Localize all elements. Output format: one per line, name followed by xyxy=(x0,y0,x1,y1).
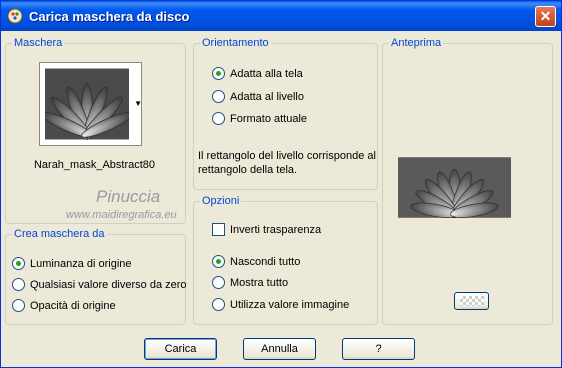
radio-label: Utilizza valore immagine xyxy=(230,298,350,311)
radio-label: Luminanza di origine xyxy=(30,257,132,270)
radio-label: Formato attuale xyxy=(230,112,308,125)
radio-label: Adatta al livello xyxy=(230,90,304,103)
preview-legend: Anteprima xyxy=(391,37,442,49)
watermark-title: Pinuccia xyxy=(96,187,161,206)
radio-button[interactable] xyxy=(12,257,25,270)
radio-button[interactable] xyxy=(212,255,225,268)
dialog-window: Carica maschera da disco ✕ Maschera ▼ Na… xyxy=(0,0,562,368)
radio-label: Mostra tutto xyxy=(230,276,289,289)
mask-thumbnail-selector[interactable]: ▼ xyxy=(39,62,142,146)
dropdown-arrow-icon[interactable]: ▼ xyxy=(134,99,142,108)
radio-button[interactable] xyxy=(212,276,225,289)
radio-use-image-value[interactable]: Utilizza valore immagine xyxy=(212,298,349,311)
mask-preview-image xyxy=(398,157,511,218)
mask-name-label: Narah_mask_Abstract80 xyxy=(33,159,156,171)
radio-label: Adatta alla tela xyxy=(230,67,303,80)
radio-show-all[interactable]: Mostra tutto xyxy=(212,276,288,289)
radio-button[interactable] xyxy=(12,299,25,312)
radio-source-luminance[interactable]: Luminanza di origine xyxy=(12,257,132,270)
mask-group-legend: Maschera xyxy=(14,37,63,49)
load-button[interactable]: Carica xyxy=(144,338,217,360)
checkbox[interactable] xyxy=(212,223,225,236)
close-button[interactable]: ✕ xyxy=(535,6,556,27)
create-mask-legend: Crea maschera da xyxy=(14,228,105,240)
window-title: Carica maschera da disco xyxy=(29,9,190,24)
radio-button[interactable] xyxy=(12,278,25,291)
invert-transparency-checkbox[interactable]: Inverti trasparenza xyxy=(212,223,321,236)
help-button[interactable]: ? xyxy=(342,338,415,360)
radio-fit-layer[interactable]: Adatta al livello xyxy=(212,90,304,103)
cancel-button[interactable]: Annulla xyxy=(243,338,316,360)
radio-any-nonzero[interactable]: Qualsiasi valore diverso da zero xyxy=(12,278,187,291)
mask-thumbnail xyxy=(45,68,129,140)
checkbox-label: Inverti trasparenza xyxy=(230,223,322,236)
preview-toggle-button[interactable] xyxy=(454,292,489,310)
radio-label: Qualsiasi valore diverso da zero xyxy=(30,278,187,291)
radio-label: Nascondi tutto xyxy=(230,255,301,268)
radio-button[interactable] xyxy=(212,298,225,311)
radio-label: Opacità di origine xyxy=(30,299,116,312)
options-legend: Opzioni xyxy=(202,195,240,207)
radio-hide-all[interactable]: Nascondi tutto xyxy=(212,255,300,268)
radio-fit-canvas[interactable]: Adatta alla tela xyxy=(212,67,303,80)
orientation-description-line1: Il rettangolo del livello corrisponde al xyxy=(198,150,376,162)
transparency-grid-icon xyxy=(459,296,484,306)
watermark-url: www.maidiregrafica.eu xyxy=(66,209,177,221)
orientation-legend: Orientamento xyxy=(202,37,269,49)
close-icon: ✕ xyxy=(539,8,552,24)
radio-button[interactable] xyxy=(212,90,225,103)
app-icon xyxy=(7,8,23,24)
radio-button[interactable] xyxy=(212,67,225,80)
radio-current-size[interactable]: Formato attuale xyxy=(212,112,307,125)
title-bar[interactable]: Carica maschera da disco ✕ xyxy=(1,1,561,31)
orientation-description-line2: rettangolo della tela. xyxy=(198,164,298,176)
radio-source-opacity[interactable]: Opacità di origine xyxy=(12,299,116,312)
radio-button[interactable] xyxy=(212,112,225,125)
